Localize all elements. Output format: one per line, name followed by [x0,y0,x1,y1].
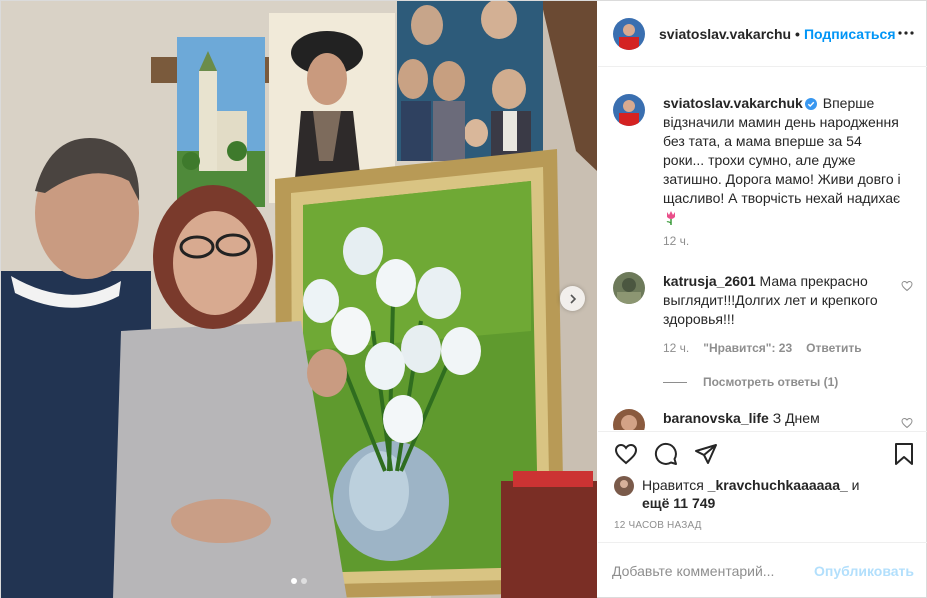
comment-heart-icon[interactable] [901,280,913,292]
comment-avatar[interactable] [613,272,645,304]
separator-dot: • [795,25,800,42]
caption-avatar[interactable] [613,94,645,126]
liker-username[interactable]: _kravchuchkaaaaaa_ [708,477,848,493]
avatar-image [614,476,634,496]
comment-avatar[interactable] [613,409,645,430]
author-avatar[interactable] [613,17,645,50]
caption-meta: 12 ч. [663,234,689,248]
author-username[interactable]: sviatoslav.vakarchu [659,26,791,42]
comment-heart-icon[interactable] [901,417,913,429]
caption-username[interactable]: sviatoslav.vakarchuk [663,95,803,111]
caption-time[interactable]: 12 ч. [663,234,689,248]
send-icon[interactable] [694,442,718,466]
liker-avatar[interactable] [614,476,634,496]
comment-reply-button[interactable]: Ответить [806,341,861,355]
comment-body: katrusja_2601 Мама прекрасно выглядит!!!… [663,272,903,329]
avatar-image [613,272,645,304]
avatar-image [613,17,645,50]
likes-text: Нравится _kravchuchkaaaaaa_ и ещё 11 749 [642,476,860,512]
heart-icon[interactable] [614,442,638,466]
caption-text: Вперше відзначили мамин день народження … [663,95,901,206]
bookmark-icon[interactable] [892,442,916,466]
comment-body: baranovska_life З Днем [663,409,903,428]
comment-likes-count[interactable]: "Нравится": 23 [703,341,792,355]
comment-icon[interactable] [654,442,678,466]
comment-username[interactable]: katrusja_2601 [663,273,756,289]
comment-input[interactable] [612,563,815,579]
carousel-next-button[interactable] [560,286,585,311]
likes-others-link[interactable]: ещё 11 749 [642,495,715,511]
action-buttons [614,442,718,466]
post-dialog: sviatoslav.vakarchu • Подписаться sviato… [0,0,927,598]
likes-and: и [851,477,860,493]
post-timestamp[interactable]: 12 ЧАСОВ НАЗАД [614,520,702,531]
carousel-dot[interactable] [301,578,307,584]
avatar-image [613,94,645,126]
add-comment-bar: Опубликовать [598,542,927,598]
comment-meta: 12 ч. "Нравится": 23 Ответить [663,341,862,355]
tulip-emoji [666,211,675,225]
post-actions: Нравится _kravchuchkaaaaaa_ и ещё 11 749… [598,431,927,541]
chevron-right-icon [569,293,576,304]
avatar-image [613,409,645,430]
likes-summary: Нравится _kravchuchkaaaaaa_ и ещё 11 749 [614,476,860,512]
comment-username[interactable]: baranovska_life [663,410,769,426]
photo-illustration [1,1,597,598]
view-replies-label: Посмотреть ответы (1) [703,375,839,389]
comment-text: З Днем [772,410,820,426]
verified-badge-icon [804,98,817,110]
likes-prefix: Нравится [642,477,704,493]
replies-line [663,381,687,383]
more-horizontal-icon [898,31,914,35]
post-header: sviatoslav.vakarchu • Подписаться [598,1,927,67]
carousel-dots [1,578,597,584]
post-sidebar: sviatoslav.vakarchu • Подписаться sviato… [598,1,927,598]
post-photo[interactable] [1,1,597,598]
view-replies-button[interactable]: Посмотреть ответы (1) [663,375,838,389]
more-options-button[interactable] [896,23,916,43]
caption-body: sviatoslav.vakarchuk Вперше відзначили м… [663,94,903,227]
publish-button[interactable]: Опубликовать [814,563,914,579]
comment-time[interactable]: 12 ч. [663,341,689,355]
comments-list[interactable]: sviatoslav.vakarchuk Вперше відзначили м… [598,68,927,430]
carousel-dot[interactable] [291,578,297,584]
follow-button[interactable]: Подписаться [804,26,896,42]
